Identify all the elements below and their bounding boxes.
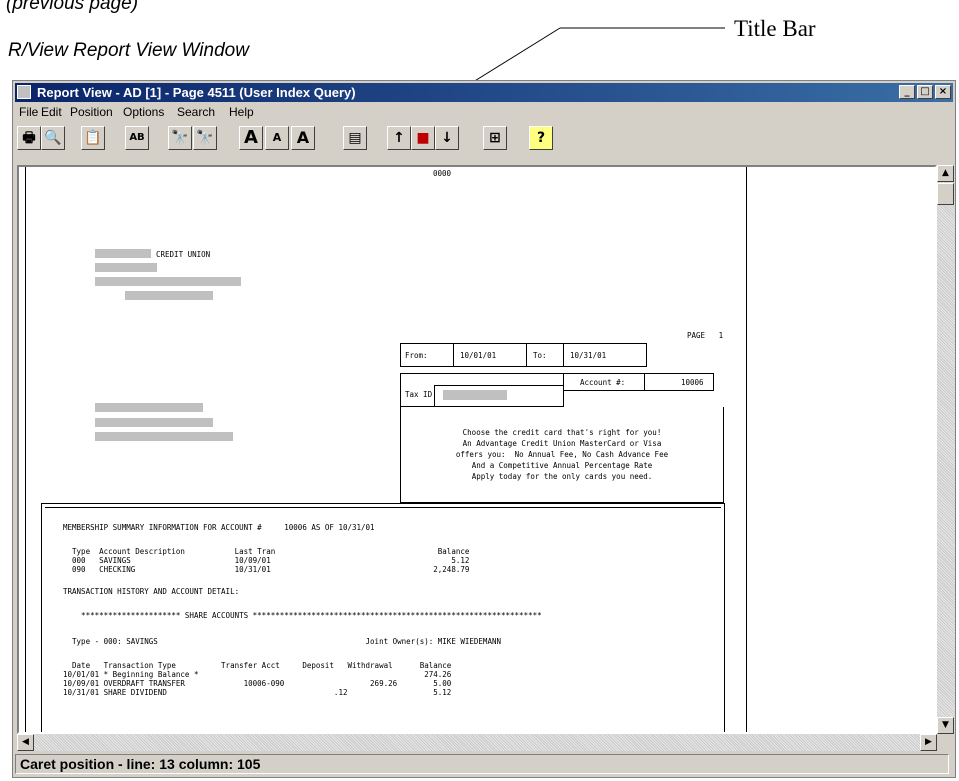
help-icon: ? bbox=[536, 130, 546, 146]
report-viewport[interactable]: 0000 CREDIT UNION PAGE 1 From: 10/01/01 … bbox=[17, 165, 937, 734]
clipboard-icon: 📋 bbox=[84, 130, 102, 146]
to-label: To: bbox=[533, 351, 547, 360]
grid-icon: ⊞ bbox=[489, 130, 501, 146]
font-large-icon: A bbox=[244, 127, 258, 148]
index-list-icon: ▤ bbox=[348, 130, 362, 146]
grid-button[interactable]: ⊞ bbox=[483, 126, 507, 150]
menu-edit[interactable]: Edit bbox=[41, 105, 62, 119]
status-bar: Caret position - line: 13 column: 105 bbox=[15, 754, 949, 774]
menu-bar: File Edit Position Options Search Help bbox=[15, 103, 953, 121]
account-type-line: Type - 000: SAVINGS Joint Owner(s): MIKE… bbox=[63, 637, 501, 646]
menu-position[interactable]: Position bbox=[70, 105, 113, 119]
to-label-cell: To: bbox=[526, 343, 564, 367]
report-view-window: Report View - AD [1] - Page 4511 (User I… bbox=[12, 80, 956, 778]
app-icon[interactable] bbox=[17, 85, 31, 99]
from-date-cell: 10/01/01 bbox=[453, 343, 527, 367]
font-toggle-button[interactable]: A bbox=[291, 126, 315, 150]
arrow-down-icon: ↓ bbox=[441, 130, 453, 146]
summary-columns: Type Account Description Last Tran Balan… bbox=[63, 547, 470, 556]
toolbar: 🖶 🔍 📋 AB 🔭 🔭 A A A ▤ ↑ ■ ↓ ⊞ ? bbox=[15, 123, 953, 155]
redacted-block bbox=[95, 418, 213, 427]
font-large-button[interactable]: A bbox=[239, 126, 263, 150]
print-preview-button[interactable]: 🔍 bbox=[41, 126, 65, 150]
scroll-left-button[interactable]: ◀ bbox=[17, 734, 34, 751]
scroll-up-button[interactable]: ▲ bbox=[937, 165, 954, 182]
arrow-down-icon: ▼ bbox=[942, 720, 949, 730]
printer-icon: 🖶 bbox=[22, 130, 36, 146]
arrow-right-icon: ▶ bbox=[925, 737, 932, 747]
arrow-up-icon: ▲ bbox=[942, 168, 949, 178]
redacted-block bbox=[95, 277, 241, 286]
to-date: 10/31/01 bbox=[570, 351, 607, 360]
table-row: 090 CHECKING 10/31/01 2,248.79 bbox=[63, 565, 470, 574]
account-label-cell: Account #: bbox=[563, 373, 645, 391]
tax-id-value-box bbox=[434, 385, 564, 407]
page-label: PAGE 1 bbox=[687, 331, 724, 340]
from-label: From: bbox=[405, 351, 428, 360]
caret-position: Caret position - line: 13 column: 105 bbox=[20, 756, 261, 772]
vertical-scrollbar[interactable]: ▲ ▼ bbox=[937, 165, 955, 734]
binoculars-icon: 🔭 bbox=[171, 130, 189, 146]
scroll-right-button[interactable]: ▶ bbox=[920, 734, 937, 751]
window-title: Report View - AD [1] - Page 4511 (User I… bbox=[37, 85, 356, 100]
stop-button[interactable]: ■ bbox=[411, 126, 435, 150]
transaction-header: TRANSACTION HISTORY AND ACCOUNT DETAIL: bbox=[63, 587, 240, 596]
title-bar[interactable]: Report View - AD [1] - Page 4511 (User I… bbox=[15, 83, 953, 102]
close-button[interactable]: × bbox=[935, 85, 951, 99]
redacted-block bbox=[95, 432, 233, 441]
print-button[interactable]: 🖶 bbox=[17, 126, 41, 150]
menu-file[interactable]: File bbox=[19, 105, 38, 119]
find-next-button[interactable]: 🔭 bbox=[193, 126, 217, 150]
maximize-button[interactable]: □ bbox=[917, 85, 933, 99]
account-number: 10006 bbox=[681, 378, 704, 387]
help-button[interactable]: ? bbox=[529, 126, 553, 150]
stop-icon: ■ bbox=[416, 130, 430, 146]
account-label: Account #: bbox=[580, 378, 626, 387]
redacted-block bbox=[95, 263, 157, 272]
table-row: 10/09/01 OVERDRAFT TRANSFER 10006-090 26… bbox=[63, 679, 452, 688]
menu-options[interactable]: Options bbox=[123, 105, 164, 119]
arrow-left-icon: ◀ bbox=[22, 737, 29, 747]
share-accounts-line: ********************** SHARE ACCOUNTS **… bbox=[63, 611, 542, 620]
transaction-columns: Date Transaction Type Transfer Acct Depo… bbox=[63, 661, 452, 670]
table-row: 000 SAVINGS 10/09/01 5.12 bbox=[63, 556, 470, 565]
scroll-thumb[interactable] bbox=[937, 183, 954, 205]
menu-search[interactable]: Search bbox=[177, 105, 215, 119]
table-row: 10/31/01 SHARE DIVIDEND .12 5.12 bbox=[63, 688, 452, 697]
font-small-icon: A bbox=[272, 131, 282, 144]
scroll-down-button[interactable]: ▼ bbox=[937, 717, 954, 734]
magnifier-icon: 🔍 bbox=[44, 130, 62, 146]
find-button[interactable]: 🔭 bbox=[168, 126, 192, 150]
font-small-button[interactable]: A bbox=[265, 126, 289, 150]
spellcheck-icon: AB bbox=[129, 132, 145, 143]
spell-button[interactable]: AB bbox=[125, 126, 149, 150]
from-date: 10/01/01 bbox=[460, 351, 497, 360]
index-button[interactable]: ▤ bbox=[343, 126, 367, 150]
to-date-cell: 10/31/01 bbox=[563, 343, 647, 367]
clipboard-button[interactable]: 📋 bbox=[81, 126, 105, 150]
font-toggle-icon: A bbox=[296, 128, 310, 147]
report-top-number: 0000 bbox=[433, 169, 452, 178]
minimize-button[interactable]: _ bbox=[899, 85, 915, 99]
redacted-block bbox=[443, 390, 507, 400]
summary-header: MEMBERSHIP SUMMARY INFORMATION FOR ACCOU… bbox=[63, 523, 375, 532]
horizontal-scrollbar[interactable]: ◀ ▶ bbox=[17, 734, 937, 751]
page-down-button[interactable]: ↓ bbox=[435, 126, 459, 150]
redacted-block bbox=[125, 291, 213, 300]
credit-union-name: CREDIT UNION bbox=[156, 250, 211, 259]
from-label-cell: From: bbox=[400, 343, 454, 367]
arrow-up-icon: ↑ bbox=[393, 130, 405, 146]
table-row: 10/01/01 * Beginning Balance * 274.26 bbox=[63, 670, 452, 679]
binoculars-next-icon: 🔭 bbox=[196, 130, 214, 146]
redacted-block bbox=[95, 249, 151, 258]
account-number-cell: 10006 bbox=[644, 373, 714, 391]
summary-rule bbox=[45, 507, 721, 508]
page-up-button[interactable]: ↑ bbox=[387, 126, 411, 150]
redacted-block bbox=[95, 403, 203, 412]
menu-help[interactable]: Help bbox=[229, 105, 254, 119]
promo-text: Choose the credit card that's right for … bbox=[455, 428, 669, 481]
